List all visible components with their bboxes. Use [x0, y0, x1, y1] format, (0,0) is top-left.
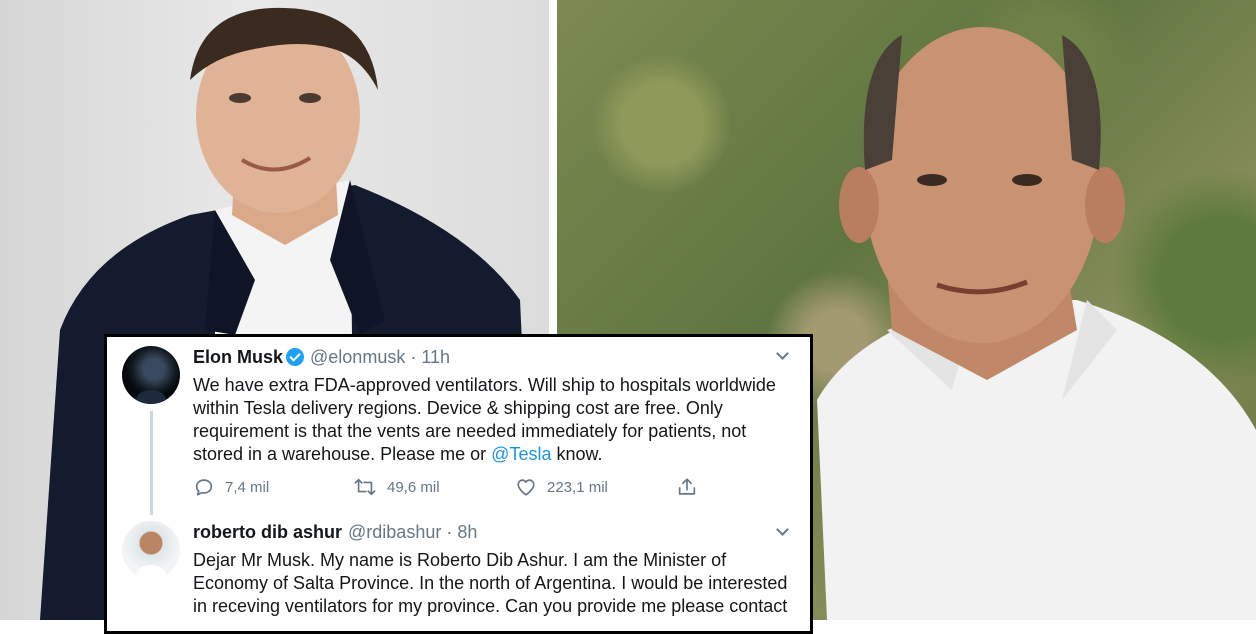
- thread-connector-line: [150, 411, 153, 515]
- timestamp[interactable]: 11h: [421, 347, 450, 367]
- reply-button[interactable]: 7,4 mil: [193, 475, 269, 499]
- mention-link[interactable]: @Tesla: [491, 444, 551, 464]
- tweet-text-part: We have extra FDA-approved ventilators. …: [193, 375, 776, 464]
- tweet-header: Elon Musk @elonmusk · 11h: [193, 347, 450, 371]
- tweet-roberto-dib-ashur[interactable]: roberto dib ashur @rdibashur · 8h Dejar M…: [107, 507, 810, 631]
- reply-count: 7,4 mil: [225, 478, 270, 496]
- retweet-icon: [353, 476, 377, 498]
- verified-badge-icon: [286, 348, 305, 366]
- tweet-text-part: know.: [551, 444, 603, 464]
- tweet-thread-card: Elon Musk @elonmusk · 11h We have extra F…: [104, 334, 813, 634]
- timestamp[interactable]: 8h: [457, 522, 477, 542]
- heart-icon: [515, 476, 537, 498]
- separator: ·: [410, 347, 417, 367]
- author-handle[interactable]: @elonmusk: [310, 347, 405, 367]
- reply-icon: [193, 476, 215, 498]
- avatar[interactable]: [122, 521, 180, 579]
- tweet-text: We have extra FDA-approved ventilators. …: [193, 374, 790, 466]
- like-button[interactable]: 223,1 mil: [515, 475, 608, 499]
- tweet-text: Dejar Mr Musk. My name is Roberto Dib As…: [193, 550, 788, 616]
- retweet-button[interactable]: 49,6 mil: [353, 475, 440, 499]
- chevron-down-icon[interactable]: [776, 349, 788, 361]
- chevron-down-icon[interactable]: [776, 525, 788, 537]
- share-button[interactable]: [676, 475, 698, 499]
- tweet-header: roberto dib ashur @rdibashur · 8h: [193, 522, 477, 546]
- share-icon: [676, 476, 698, 498]
- author-handle[interactable]: @rdibashur: [348, 522, 441, 542]
- author-name[interactable]: Elon Musk: [193, 347, 283, 367]
- retweet-count: 49,6 mil: [387, 478, 440, 496]
- like-count: 223,1 mil: [547, 478, 608, 496]
- avatar[interactable]: [122, 346, 180, 404]
- separator: ·: [446, 522, 453, 542]
- author-name[interactable]: roberto dib ashur: [193, 522, 342, 542]
- tweet-elon-musk[interactable]: Elon Musk @elonmusk · 11h We have extra F…: [107, 337, 810, 515]
